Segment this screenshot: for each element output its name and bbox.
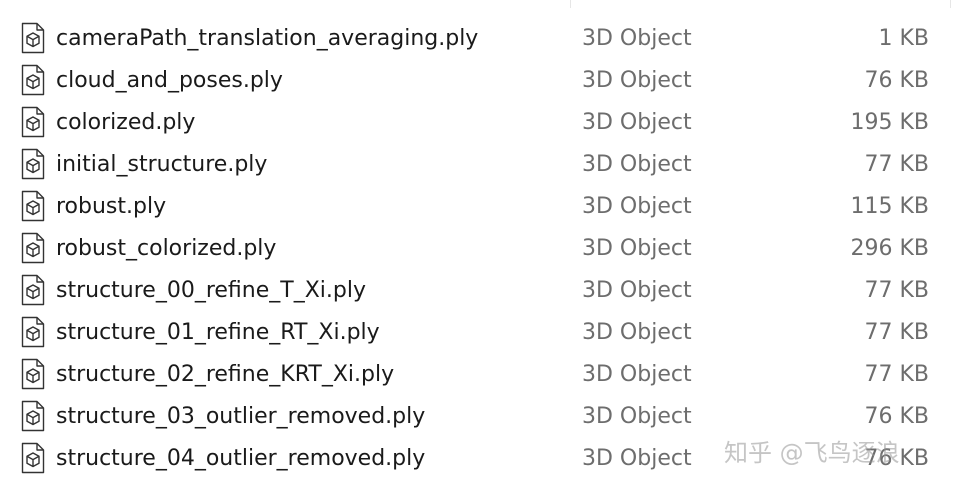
file-type: 3D Object — [582, 152, 692, 177]
file-type: 3D Object — [582, 446, 692, 471]
3d-object-file-icon — [20, 442, 46, 474]
file-type: 3D Object — [582, 278, 692, 303]
file-row[interactable]: cameraPath_translation_averaging.ply 3D … — [0, 18, 955, 60]
3d-object-file-icon — [20, 274, 46, 306]
file-type: 3D Object — [582, 110, 692, 135]
file-name: colorized.ply — [56, 110, 196, 135]
file-type: 3D Object — [582, 236, 692, 261]
3d-object-file-icon — [20, 64, 46, 96]
file-name: robust_colorized.ply — [56, 236, 277, 261]
file-row[interactable]: colorized.ply 3D Object 195 KB — [0, 102, 955, 144]
3d-object-file-icon — [20, 106, 46, 138]
file-type: 3D Object — [582, 194, 692, 219]
3d-object-file-icon — [20, 400, 46, 432]
file-row[interactable]: robust_colorized.ply 3D Object 296 KB — [0, 228, 955, 270]
file-row[interactable]: structure_00_refine_T_Xi.ply 3D Object 7… — [0, 270, 955, 312]
file-size: 77 KB — [864, 362, 929, 387]
file-size: 77 KB — [864, 320, 929, 345]
file-size: 195 KB — [850, 110, 929, 135]
file-size: 296 KB — [850, 236, 929, 261]
file-size: 1 KB — [878, 26, 929, 51]
file-size: 76 KB — [864, 446, 929, 471]
3d-object-file-icon — [20, 148, 46, 180]
file-size: 76 KB — [864, 404, 929, 429]
file-name: structure_04_outlier_removed.ply — [56, 446, 426, 471]
file-name: cloud_and_poses.ply — [56, 68, 283, 93]
file-name: structure_02_refine_KRT_Xi.ply — [56, 362, 395, 387]
file-name: structure_01_refine_RT_Xi.ply — [56, 320, 380, 345]
file-name: robust.ply — [56, 194, 167, 219]
file-row[interactable]: initial_structure.ply 3D Object 77 KB — [0, 144, 955, 186]
3d-object-file-icon — [20, 190, 46, 222]
file-name: structure_03_outlier_removed.ply — [56, 404, 426, 429]
3d-object-file-icon — [20, 316, 46, 348]
file-name: initial_structure.ply — [56, 152, 268, 177]
file-type: 3D Object — [582, 404, 692, 429]
file-name: structure_00_refine_T_Xi.ply — [56, 278, 366, 303]
file-row[interactable]: structure_04_outlier_removed.ply 3D Obje… — [0, 438, 955, 480]
file-size: 77 KB — [864, 278, 929, 303]
file-size: 115 KB — [850, 194, 929, 219]
file-size: 77 KB — [864, 152, 929, 177]
file-type: 3D Object — [582, 320, 692, 345]
3d-object-file-icon — [20, 22, 46, 54]
column-divider[interactable] — [570, 0, 571, 8]
file-type: 3D Object — [582, 362, 692, 387]
file-row[interactable]: structure_03_outlier_removed.ply 3D Obje… — [0, 396, 955, 438]
file-type: 3D Object — [582, 68, 692, 93]
file-row[interactable]: cloud_and_poses.ply 3D Object 76 KB — [0, 60, 955, 102]
file-name: cameraPath_translation_averaging.ply — [56, 26, 479, 51]
file-row[interactable]: structure_02_refine_KRT_Xi.ply 3D Object… — [0, 354, 955, 396]
file-row[interactable]: robust.ply 3D Object 115 KB — [0, 186, 955, 228]
column-divider[interactable] — [950, 0, 951, 8]
3d-object-file-icon — [20, 232, 46, 264]
file-list: cameraPath_translation_averaging.ply 3D … — [0, 18, 955, 480]
file-type: 3D Object — [582, 26, 692, 51]
file-row[interactable]: structure_01_refine_RT_Xi.ply 3D Object … — [0, 312, 955, 354]
3d-object-file-icon — [20, 358, 46, 390]
file-size: 76 KB — [864, 68, 929, 93]
